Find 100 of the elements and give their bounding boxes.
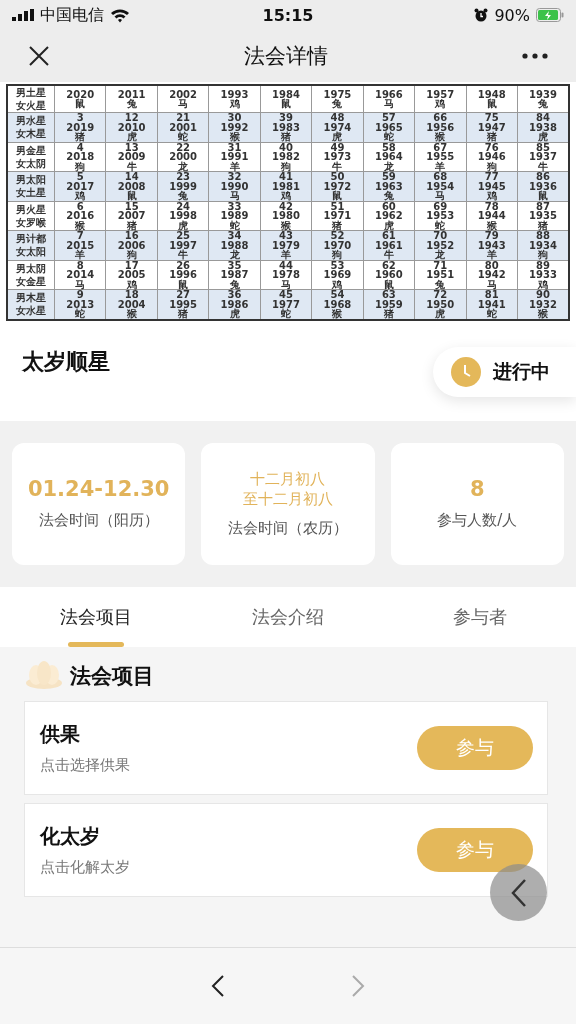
table-cell: 58 1964 龙: [363, 142, 415, 172]
table-cell: 51 1971 猪: [311, 201, 364, 231]
table-cell: 34 1988 龙: [208, 230, 261, 260]
item-description: 点击选择供果: [40, 755, 130, 775]
table-cell: 76 1946 狗: [466, 142, 518, 172]
table-cell: 81 1941 蛇: [466, 289, 518, 320]
table-cell: 63 1959 猪: [363, 289, 415, 320]
alarm-icon: [474, 8, 489, 22]
table-cell: 25 1997 牛: [157, 230, 209, 260]
battery-icon: [536, 8, 564, 22]
item-name: 化太岁: [40, 822, 101, 850]
table-cell: 90 1932 猴: [517, 289, 569, 320]
table-cell: 31 1991 羊: [208, 142, 261, 172]
table-cell: 59 1963 兔: [363, 171, 415, 201]
table-cell: 67 1955 羊: [414, 142, 466, 172]
table-cell: 77 1945 鸡: [466, 171, 518, 201]
table-cell: 78 1944 猴: [466, 201, 518, 231]
event-title: 太岁顺星: [22, 347, 110, 375]
table-cell: 2020 鼠: [54, 85, 106, 113]
table-cell: 4 2018 狗: [54, 142, 106, 172]
table-cell: 33 1989 蛇: [208, 201, 261, 231]
table-cell: 86 1936 鼠: [517, 171, 569, 201]
stat-value: 至十二月初八: [243, 489, 333, 509]
table-cell: 68 1954 马: [414, 171, 466, 201]
stat-value: 01.24-12.30: [27, 477, 170, 501]
table-cell: 49 1973 牛: [311, 142, 364, 172]
table-cell: 87 1935 猪: [517, 201, 569, 231]
table-cell: 72 1950 虎: [414, 289, 466, 320]
table-cell: 5 2017 鸡: [54, 171, 106, 201]
table-cell: 36 1986 虎: [208, 289, 261, 320]
section-title: 法会项目: [70, 662, 154, 690]
table-cell: 男土星 女火星: [7, 85, 55, 113]
table-cell: 32 1990 马: [208, 171, 261, 201]
table-cell: 69 1953 蛇: [414, 201, 466, 231]
stat-value: 十二月初八: [250, 469, 326, 489]
table-cell: 40 1982 狗: [260, 142, 312, 172]
table-cell: 18 2004 猴: [105, 289, 158, 320]
stat-label: 法会时间（农历）: [228, 519, 348, 538]
table-cell: 85 1937 牛: [517, 142, 569, 172]
carrier-name: 中国电信: [40, 4, 104, 26]
status-time: 15:15: [262, 5, 314, 25]
table-cell: 13 2009 牛: [105, 142, 158, 172]
table-cell: 62 1960 鼠: [363, 260, 415, 290]
table-cell: 男太阴 女金星: [7, 260, 55, 290]
stat-value: 8: [470, 477, 485, 501]
signal-icon: [12, 9, 34, 21]
table-cell: 1984 鼠: [260, 85, 312, 113]
table-cell: 70 1952 龙: [414, 230, 466, 260]
more-icon[interactable]: [522, 53, 548, 59]
stat-label: 参与人数/人: [437, 511, 518, 530]
table-cell: 男火星 女罗喉: [7, 201, 55, 231]
table-cell: 41 1981 鸡: [260, 171, 312, 201]
table-cell: 1975 兔: [311, 85, 364, 113]
table-cell: 42 1980 猴: [260, 201, 312, 231]
table-cell: 71 1951 兔: [414, 260, 466, 290]
table-cell: 24 1998 虎: [157, 201, 209, 231]
table-cell: 1993 鸡: [208, 85, 261, 113]
table-cell: 2011 兔: [105, 85, 158, 113]
table-cell: 男金星 女太阴: [7, 142, 55, 172]
table-cell: 14 2008 鼠: [105, 171, 158, 201]
table-cell: 80 1942 马: [466, 260, 518, 290]
table-cell: 60 1962 虎: [363, 201, 415, 231]
battery-percent: 90%: [494, 5, 530, 25]
table-cell: 男太阳 女土星: [7, 171, 55, 201]
table-cell: 1966 马: [363, 85, 415, 113]
stat-label: 法会时间（阳历）: [38, 511, 159, 530]
back-icon[interactable]: [211, 974, 225, 998]
table-cell: 50 1972 鼠: [311, 171, 364, 201]
table-cell: 54 1968 猴: [311, 289, 364, 320]
clock-icon: [451, 356, 481, 387]
table-cell: 26 1996 鼠: [157, 260, 209, 290]
table-cell: 16 2006 狗: [105, 230, 158, 260]
item-name: 供果: [40, 720, 81, 748]
table-cell: 17 2005 鸡: [105, 260, 158, 290]
table-cell: 45 1977 蛇: [260, 289, 312, 320]
table-cell: 79 1943 羊: [466, 230, 518, 260]
table-cell: 22 2000 龙: [157, 142, 209, 172]
lotus-icon: [24, 660, 64, 691]
item-description: 点击化解太岁: [40, 857, 130, 877]
back-icon: [509, 877, 528, 908]
table-cell: 2002 马: [157, 85, 209, 113]
table-cell: 7 2015 羊: [54, 230, 106, 260]
table-cell: 52 1970 狗: [311, 230, 364, 260]
table-cell: 15 2007 猪: [105, 201, 158, 231]
table-cell: 6 2016 猴: [54, 201, 106, 231]
close-icon[interactable]: [28, 45, 50, 67]
tab[interactable]: 法会项目: [0, 586, 192, 647]
tab[interactable]: 法会介绍: [192, 586, 384, 647]
table-cell: 1948 鼠: [466, 85, 518, 113]
table-cell: 43 1979 羊: [260, 230, 312, 260]
table-cell: 88 1934 狗: [517, 230, 569, 260]
table-cell: 男水星 女木星: [7, 112, 55, 142]
status-label: 进行中: [493, 358, 550, 384]
table-cell: 23 1999 兔: [157, 171, 209, 201]
table-cell: 男木星 女水星: [7, 289, 55, 320]
tab[interactable]: 参与者: [384, 586, 576, 647]
table-cell: 89 1933 鸡: [517, 260, 569, 290]
page-title: 法会详情: [244, 43, 328, 70]
table-cell: 35 1987 兔: [208, 260, 261, 290]
table-cell: 男计都 女太阳: [7, 230, 55, 260]
